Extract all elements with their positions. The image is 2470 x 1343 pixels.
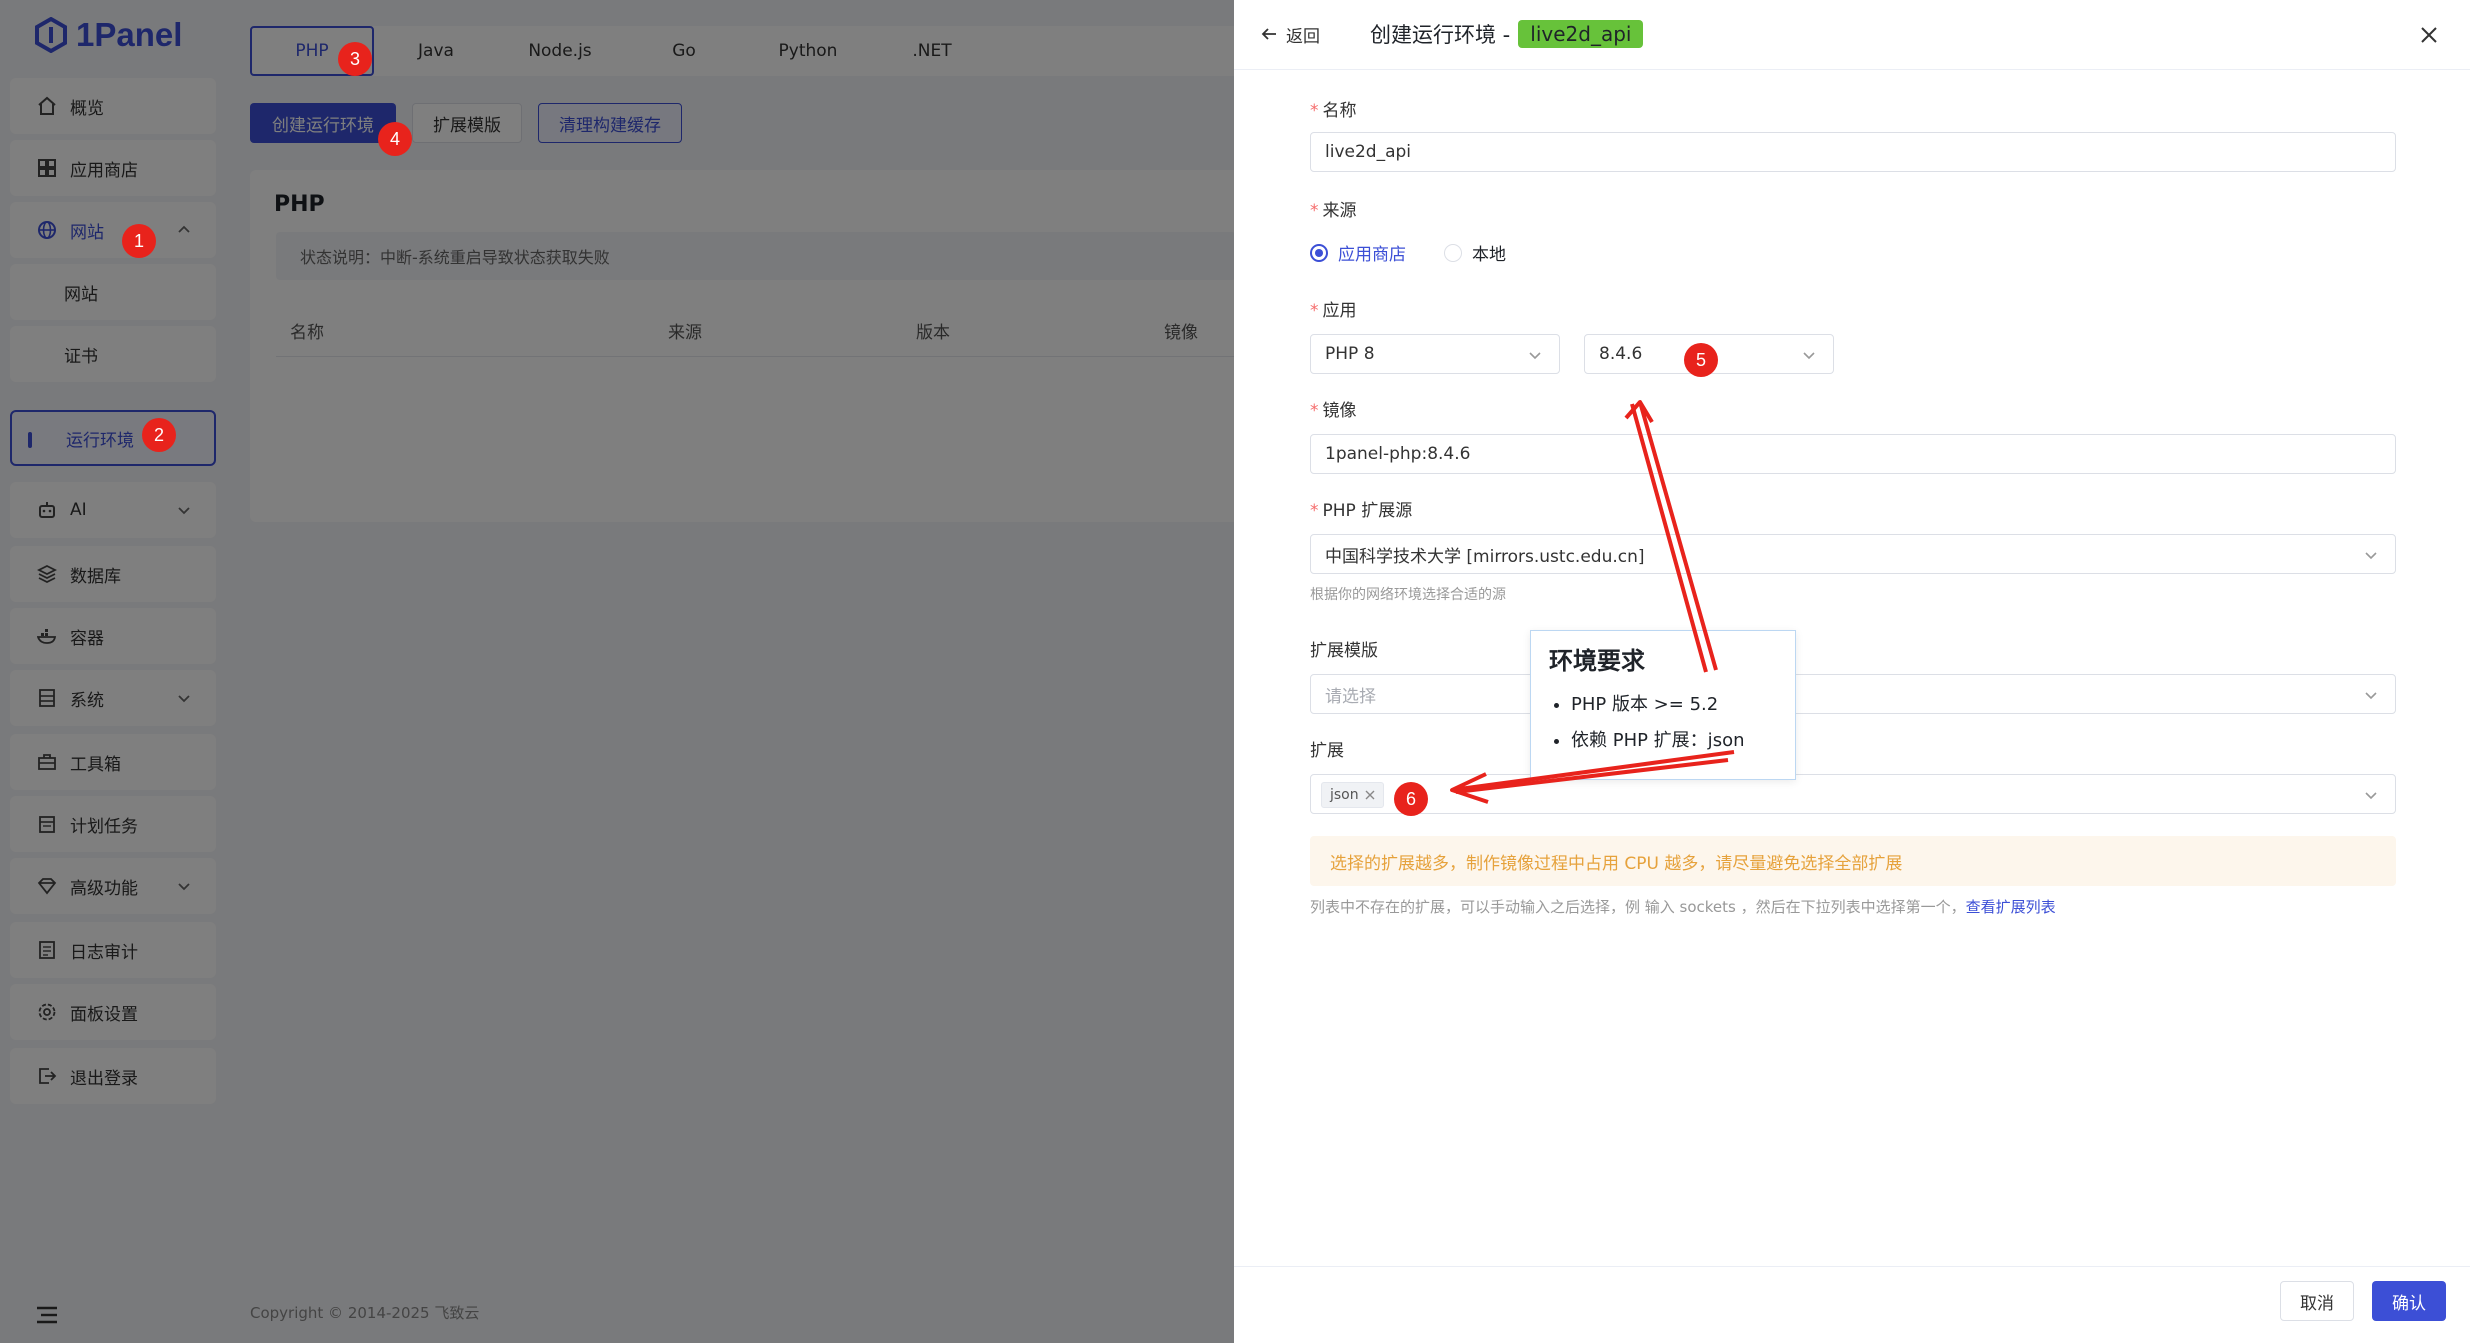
chip-label: json xyxy=(1330,787,1359,803)
ext-template-select[interactable]: 请选择 xyxy=(1310,674,2396,714)
extension-chip-json: json xyxy=(1321,782,1384,808)
chevron-down-icon xyxy=(2365,552,2377,560)
callout-item: PHP 版本 >= 5.2 xyxy=(1571,687,1745,723)
select-value: 8.4.6 xyxy=(1599,344,1643,364)
ext-source-label: * PHP 扩展源 xyxy=(1310,501,1413,521)
drawer-title-text: 创建运行环境 - xyxy=(1370,23,1511,47)
label-text: 来源 xyxy=(1322,201,1357,221)
modal-overlay[interactable] xyxy=(0,0,1234,1343)
ext-template-label: 扩展模版 xyxy=(1310,636,1378,661)
select-placeholder: 请选择 xyxy=(1325,686,1376,707)
drawer-title: 创建运行环境 - live2d_api xyxy=(1370,18,1644,50)
label-text: 扩展模版 xyxy=(1310,641,1378,661)
radio-label: 应用商店 xyxy=(1338,245,1406,265)
label-text: PHP 扩展源 xyxy=(1322,501,1413,521)
app-background: 1Panel 概览 应用商店 网站 网站 证书 运行环境 xyxy=(0,0,1240,1343)
cancel-button[interactable]: 取消 xyxy=(2280,1281,2354,1321)
radio-label: 本地 xyxy=(1472,245,1506,265)
select-value: 中国科学技术大学 [mirrors.ustc.edu.cn] xyxy=(1325,546,1645,567)
back-label: 返回 xyxy=(1286,26,1320,47)
step-badge-3: 3 xyxy=(338,42,372,76)
env-requirements-callout: 环境要求 PHP 版本 >= 5.2 依赖 PHP 扩展：json xyxy=(1530,630,1796,780)
drawer-header: 返回 创建运行环境 - live2d_api xyxy=(1234,0,2470,70)
label-text: 镜像 xyxy=(1322,401,1357,421)
source-label: * 来源 xyxy=(1310,201,1357,221)
callout-list: PHP 版本 >= 5.2 依赖 PHP 扩展：json xyxy=(1571,687,1745,759)
extensions-tip: 列表中不存在的扩展，可以手动输入之后选择，例 输入 sockets ，然后在下拉… xyxy=(1310,896,2056,917)
callout-title: 环境要求 xyxy=(1549,647,1645,675)
chevron-down-icon xyxy=(2365,792,2377,800)
close-icon[interactable] xyxy=(2418,24,2440,46)
step-badge-4: 4 xyxy=(378,122,412,156)
chip-close-icon[interactable] xyxy=(1365,790,1375,800)
image-label: * 镜像 xyxy=(1310,401,1357,421)
extensions-warning: 选择的扩展越多，制作镜像过程中占用 CPU 越多，请尽量避免选择全部扩展 xyxy=(1310,836,2396,886)
step-badge-5: 5 xyxy=(1684,343,1718,377)
source-radio-appstore[interactable]: 应用商店 xyxy=(1310,240,1406,265)
label-text: 应用 xyxy=(1322,301,1357,321)
drawer-footer: 取消 确认 xyxy=(1234,1266,2470,1343)
arrow-left-icon xyxy=(1261,28,1276,40)
runtime-name-tag: live2d_api xyxy=(1518,20,1644,48)
app-label: * 应用 xyxy=(1310,301,1357,321)
name-input[interactable]: live2d_api xyxy=(1310,132,2396,172)
radio-checked xyxy=(1310,243,1328,262)
radio-unchecked xyxy=(1444,243,1462,262)
step-badge-1: 1 xyxy=(122,224,156,258)
step-badge-6: 6 xyxy=(1394,782,1428,816)
label-text: 名称 xyxy=(1322,101,1357,121)
chevron-down-icon xyxy=(2365,692,2377,700)
ext-source-hint: 根据你的网络环境选择合适的源 xyxy=(1310,587,1506,603)
extensions-label: 扩展 xyxy=(1310,736,1344,761)
ext-source-select[interactable]: 中国科学技术大学 [mirrors.ustc.edu.cn] xyxy=(1310,534,2396,574)
image-input[interactable]: 1panel-php:8.4.6 xyxy=(1310,434,2396,474)
name-label: * 名称 xyxy=(1310,101,1357,121)
create-runtime-drawer: 返回 创建运行环境 - live2d_api * 名称 live2d_api * 来… xyxy=(1234,0,2470,1343)
label-text: 扩展 xyxy=(1310,741,1344,761)
app-select[interactable]: PHP 8 xyxy=(1310,334,1560,374)
chevron-down-icon xyxy=(1803,352,1815,360)
select-value: PHP 8 xyxy=(1325,344,1375,364)
source-radio-local[interactable]: 本地 xyxy=(1444,240,1506,265)
confirm-button[interactable]: 确认 xyxy=(2372,1281,2446,1321)
chevron-down-icon xyxy=(1529,352,1541,360)
tip-text: 列表中不存在的扩展，可以手动输入之后选择，例 输入 sockets ，然后在下拉… xyxy=(1310,898,1966,916)
step-badge-2: 2 xyxy=(142,418,176,452)
callout-item: 依赖 PHP 扩展：json xyxy=(1571,723,1745,759)
back-button[interactable]: 返回 xyxy=(1260,20,1320,48)
view-extension-list-link[interactable]: 查看扩展列表 xyxy=(1966,898,2056,916)
extensions-select[interactable]: json xyxy=(1310,774,2396,814)
